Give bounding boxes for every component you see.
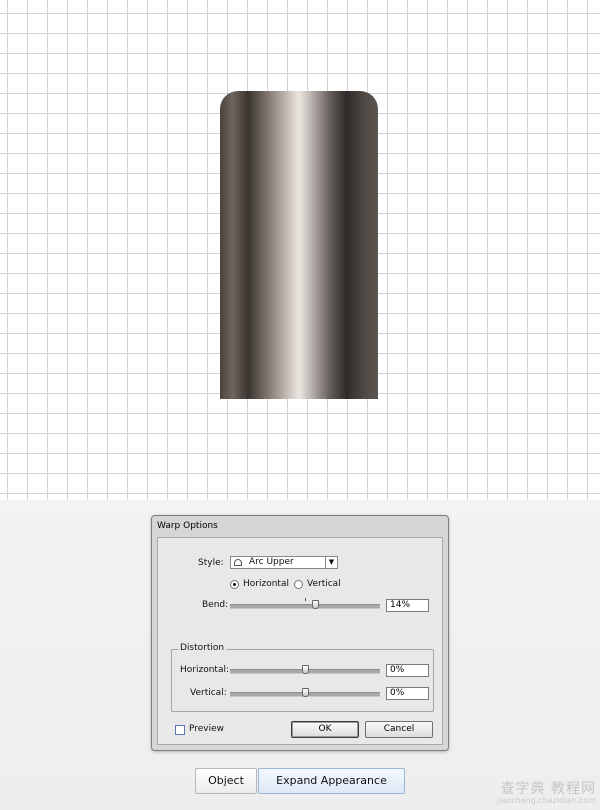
watermark-text: 查字典 教程网 <box>500 781 596 797</box>
artboard-grid <box>0 0 600 500</box>
cylinder-shape[interactable] <box>220 91 378 399</box>
bend-input[interactable]: 14% <box>386 599 429 612</box>
cancel-button[interactable]: Cancel <box>365 721 433 738</box>
warp-options-dialog: Warp Options Style: Arc Upper ▼ Horizont… <box>151 515 449 751</box>
dialog-body: Style: Arc Upper ▼ Horizontal Vertical B… <box>157 537 443 745</box>
style-dropdown[interactable]: Arc Upper ▼ <box>230 556 338 569</box>
chevron-down-icon[interactable]: ▼ <box>325 557 337 568</box>
expand-appearance-button[interactable]: Expand Appearance <box>258 768 405 794</box>
distortion-group: Distortion Horizontal: 0% Vertical: 0% <box>171 643 434 712</box>
distortion-label: Distortion <box>178 643 227 653</box>
dialog-title: Warp Options <box>157 521 218 531</box>
bend-center-tick <box>305 598 306 601</box>
ok-button[interactable]: OK <box>291 721 359 738</box>
preview-label: Preview <box>189 724 225 734</box>
horizontal-distortion-label: Horizontal: <box>180 665 229 675</box>
vertical-slider-thumb[interactable] <box>302 688 309 697</box>
vertical-distortion-label: Vertical: <box>190 688 227 698</box>
bend-slider[interactable] <box>230 598 380 609</box>
horizontal-distortion-slider[interactable] <box>230 665 380 674</box>
bend-label: Bend: <box>202 600 229 610</box>
vertical-distortion-input[interactable]: 0% <box>386 687 429 700</box>
horizontal-radio[interactable] <box>230 580 239 589</box>
style-value: Arc Upper <box>249 557 294 567</box>
vertical-distortion-slider[interactable] <box>230 688 380 697</box>
vertical-radio[interactable] <box>294 580 303 589</box>
vertical-radio-label: Vertical <box>307 579 341 589</box>
watermark-url: jiaocheng.chazidian.com <box>496 796 596 805</box>
style-label: Style: <box>198 558 224 568</box>
horizontal-distortion-input[interactable]: 0% <box>386 664 429 677</box>
preview-checkbox[interactable] <box>175 725 185 735</box>
horizontal-slider-thumb[interactable] <box>302 665 309 674</box>
bend-slider-thumb[interactable] <box>312 600 319 609</box>
object-button[interactable]: Object <box>195 768 257 794</box>
arc-upper-icon <box>234 559 242 566</box>
horizontal-radio-label: Horizontal <box>243 579 289 589</box>
watermark: 查字典 教程网 jiaocheng.chazidian.com <box>468 778 596 805</box>
